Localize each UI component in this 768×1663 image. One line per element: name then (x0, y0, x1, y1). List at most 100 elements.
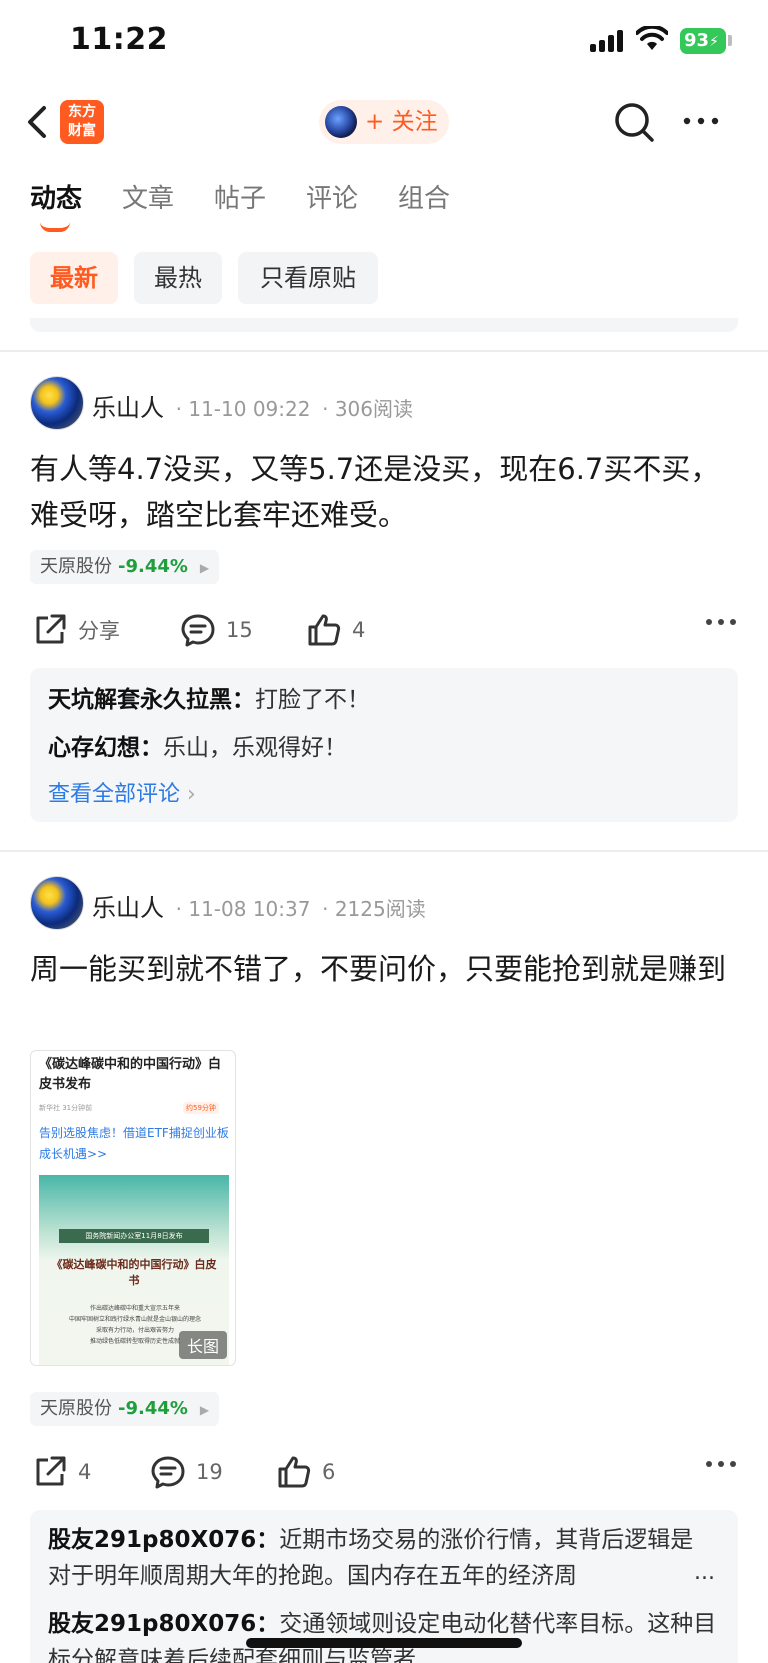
view-all-comments-link[interactable]: 查看全部评论 › (48, 776, 196, 808)
share-icon (36, 614, 66, 644)
thumbs-up-icon (308, 614, 341, 646)
follow-label: + 关注 (365, 109, 438, 135)
post-actions: 分享 15 4 (0, 608, 768, 652)
tab-comments[interactable]: 评论 (306, 178, 358, 215)
status-bar: 11:22 93⚡ (0, 0, 768, 84)
image-title: 《碳达峰碳中和的中国行动》白皮书发布 (39, 1057, 222, 1092)
post-card[interactable]: 乐山人 · 11-08 10:37 · 2125阅读 周一能买到就不错了，不要问… (0, 876, 768, 1663)
post-time: · 11-08 10:37 (175, 897, 311, 921)
avatar[interactable] (30, 376, 84, 430)
share-count: 4 (78, 1460, 92, 1484)
like-button[interactable]: 4 (306, 608, 365, 652)
like-count: 4 (352, 618, 366, 642)
share-label: 分享 (78, 619, 120, 643)
like-button[interactable]: 6 (276, 1450, 335, 1494)
back-icon[interactable] (22, 102, 58, 142)
more-options-icon[interactable] (704, 608, 738, 636)
comment-item[interactable]: 心存幻想：乐山，乐观得好！ (48, 730, 728, 766)
post-image[interactable]: 《碳达峰碳中和的中国行动》白皮书发布 新华社 31分钟前 约59分钟 告别选股焦… (30, 1050, 236, 1366)
stock-change: -9.44% (118, 556, 188, 577)
image-audio-badge: 约59分钟 (183, 1102, 219, 1114)
filter-hot[interactable]: 最热 (134, 252, 222, 304)
battery-icon: 93⚡ (680, 28, 726, 54)
play-arrow-icon: ▶ (199, 1403, 210, 1417)
share-icon (36, 1456, 66, 1486)
cover-line: 中国牢固树立和践行绿水青山就是金山银山的理念 (68, 1316, 201, 1323)
post-time: · 11-10 09:22 (175, 397, 311, 421)
comment-item[interactable]: 股友291p80X076：交通领域则设定电动化替代率目标。这种目标分解意味着后续… (48, 1606, 728, 1663)
read-count: · 2125阅读 (322, 897, 426, 921)
commenter-name[interactable]: 天坑解套永久拉黑 (48, 687, 232, 713)
commenter-name[interactable]: 股友291p80X076 (48, 1527, 256, 1553)
comment-button[interactable]: 15 (180, 608, 253, 652)
cover-banner: 国务院新闻办公室11月8日发布 (59, 1229, 209, 1243)
thumbs-up-icon (278, 1456, 311, 1488)
comment-icon (151, 1456, 185, 1489)
filter-latest[interactable]: 最新 (30, 252, 118, 304)
comment-separator: ： (256, 1611, 280, 1637)
comment-item[interactable]: 天坑解套永久拉黑：打脸了不！ (48, 682, 728, 718)
tab-portfolio[interactable]: 组合 (398, 178, 450, 215)
post-card[interactable]: 乐山人 · 11-10 09:22 · 306阅读 有人等4.7没买，又等5.7… (0, 376, 768, 836)
play-arrow-icon: ▶ (199, 561, 210, 575)
comment-count: 19 (196, 1460, 223, 1484)
tab-articles[interactable]: 文章 (122, 178, 174, 215)
active-tab-indicator (40, 222, 70, 232)
post-text[interactable]: 周一能买到就不错了，不要问价，只要能抢到就是赚到 (30, 946, 740, 992)
comment-button[interactable]: 19 (150, 1450, 223, 1494)
comment-icon (181, 614, 215, 647)
cover-line: 作出碳达峰碳中和重大宣示五年来 (89, 1305, 180, 1312)
tab-posts[interactable]: 帖子 (214, 178, 266, 215)
cover-title: 《碳达峰碳中和的中国行动》白皮书 (51, 1258, 217, 1287)
search-icon[interactable] (612, 100, 656, 144)
more-options-icon[interactable] (680, 106, 722, 136)
author-line: 乐山人 · 11-10 09:22 · 306阅读 (92, 388, 413, 423)
comment-separator: ： (140, 735, 163, 761)
comment-count: 15 (226, 618, 253, 642)
filter-original-only[interactable]: 只看原贴 (238, 252, 378, 304)
home-indicator (246, 1638, 522, 1648)
post-actions: 4 19 6 (0, 1450, 768, 1494)
long-image-badge: 长图 (179, 1331, 228, 1359)
filter-chips: 最新 最热 只看原贴 (0, 252, 768, 306)
image-ad-text: 告别选股焦虑！借道ETF捕捉创业板成长机遇>> (39, 1126, 229, 1161)
brand-logo[interactable]: 东方 财富 (60, 100, 104, 144)
author-name[interactable]: 乐山人 (92, 394, 164, 422)
share-button[interactable]: 分享 (32, 608, 120, 652)
stock-change: -9.44% (118, 1398, 188, 1419)
stock-name: 天原股份 (40, 1398, 112, 1419)
author-name[interactable]: 乐山人 (92, 894, 164, 922)
battery-nub (728, 35, 732, 46)
author-line: 乐山人 · 11-08 10:37 · 2125阅读 (92, 888, 426, 923)
comment-item[interactable]: 股友291p80X076：近期市场交易的涨价行情，其背后逻辑是对于明年顺周期大年… (48, 1522, 698, 1594)
brand-line1: 东方 (68, 104, 96, 120)
share-button[interactable]: 4 (32, 1450, 91, 1494)
image-source: 新华社 31分钟前 (39, 1104, 93, 1112)
follow-button[interactable]: + 关注 (319, 100, 449, 144)
post-text[interactable]: 有人等4.7没买，又等5.7还是没买，现在6.7买不买，难受呀，踏空比套牢还难受… (30, 446, 740, 538)
stock-tag[interactable]: 天原股份 -9.44% ▶ (30, 1392, 220, 1426)
comment-separator: ： (256, 1527, 280, 1553)
nav-bar: 东方 财富 + 关注 (0, 92, 768, 154)
comment-separator: ： (232, 687, 255, 713)
cellular-signal-icon (590, 30, 626, 52)
comment-preview[interactable]: 天坑解套永久拉黑：打脸了不！ 心存幻想：乐山，乐观得好！ 查看全部评论 › (30, 668, 738, 822)
comment-text: 打脸了不！ (255, 687, 370, 713)
profile-avatar (325, 106, 357, 138)
stock-tag[interactable]: 天原股份 -9.44% ▶ (30, 550, 220, 584)
comment-ellipsis: ... (694, 1560, 715, 1585)
avatar[interactable] (30, 876, 84, 930)
tab-dynamic[interactable]: 动态 (30, 178, 82, 215)
chevron-right-icon: › (187, 782, 196, 807)
divider (0, 350, 768, 352)
brand-line2: 财富 (68, 123, 96, 139)
profile-tabs: 动态 文章 帖子 评论 组合 (0, 178, 768, 238)
commenter-name[interactable]: 心存幻想 (48, 735, 140, 761)
status-time: 11:22 (70, 22, 168, 57)
more-options-icon[interactable] (704, 1450, 738, 1478)
battery-level: 93 (684, 30, 710, 51)
previous-card-edge (30, 318, 738, 332)
commenter-name[interactable]: 股友291p80X076 (48, 1611, 256, 1637)
like-count: 6 (322, 1460, 336, 1484)
view-all-label: 查看全部评论 (48, 782, 181, 807)
